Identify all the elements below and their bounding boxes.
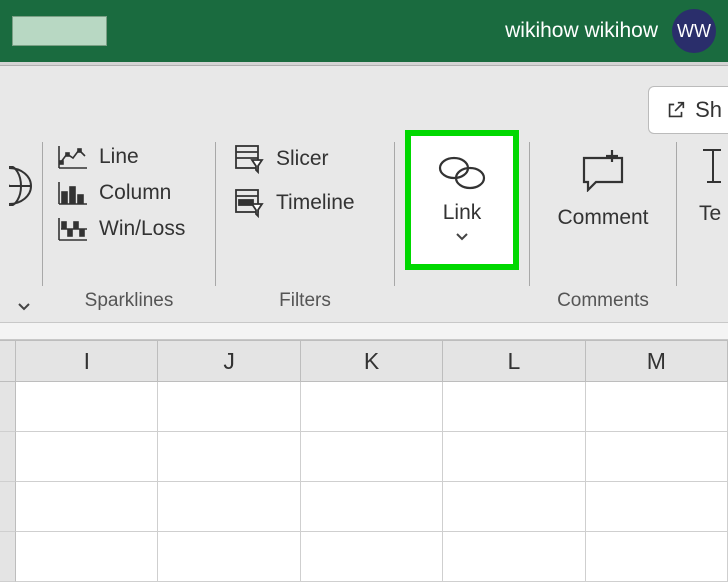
titlebar: wikihow wikihow WW — [0, 0, 728, 62]
cell[interactable] — [158, 432, 300, 482]
qat-box[interactable] — [12, 16, 107, 46]
cell[interactable] — [16, 382, 158, 432]
group-text-partial: Te — [677, 136, 728, 322]
sparkline-line-icon — [57, 144, 89, 170]
share-label: Sh — [695, 97, 722, 123]
sparkline-winloss-button[interactable]: Win/Loss — [57, 216, 185, 242]
timeline-button[interactable]: Timeline — [234, 188, 355, 218]
cell[interactable] — [443, 432, 585, 482]
link-icon — [434, 153, 490, 193]
cell[interactable] — [301, 382, 443, 432]
column-header[interactable]: J — [158, 341, 300, 381]
sparkline-column-label: Column — [99, 181, 171, 205]
comment-icon — [578, 148, 628, 192]
grid-row — [0, 532, 728, 582]
sparkline-winloss-icon — [57, 216, 89, 242]
text-box-icon — [699, 144, 721, 188]
avatar[interactable]: WW — [672, 9, 716, 53]
slicer-label: Slicer — [276, 147, 329, 171]
row-header[interactable] — [0, 432, 16, 482]
group-sparklines: Line Column — [43, 136, 215, 322]
ribbon: Sh — [0, 66, 728, 322]
text-box-label: Te — [699, 202, 721, 226]
share-button[interactable]: Sh — [648, 86, 728, 134]
grid-row — [0, 382, 728, 432]
comment-button[interactable]: Comment — [530, 144, 676, 230]
text-box-button[interactable]: Te — [699, 144, 721, 226]
cell[interactable] — [158, 482, 300, 532]
cell[interactable] — [16, 532, 158, 582]
chevron-down-icon — [455, 229, 469, 247]
row-header[interactable] — [0, 482, 16, 532]
titlebar-left — [12, 16, 107, 46]
column-header[interactable]: I — [16, 341, 158, 381]
row-header[interactable] — [0, 532, 16, 582]
select-all-corner[interactable] — [0, 341, 16, 381]
timeline-icon — [234, 188, 264, 218]
slicer-icon — [234, 144, 264, 174]
cell[interactable] — [301, 532, 443, 582]
group-label-filters: Filters — [216, 286, 394, 316]
column-header[interactable]: L — [443, 341, 585, 381]
link-button[interactable]: Link — [405, 130, 519, 270]
group-label-comments: Comments — [530, 286, 676, 316]
grid-row — [0, 482, 728, 532]
formula-bar-area — [0, 322, 728, 340]
sparkline-line-label: Line — [99, 145, 139, 169]
sparkline-winloss-label: Win/Loss — [99, 217, 185, 241]
cell[interactable] — [586, 482, 728, 532]
grid-row — [0, 432, 728, 482]
cell[interactable] — [301, 432, 443, 482]
cell[interactable] — [301, 482, 443, 532]
column-headers: I J K L M — [0, 340, 728, 382]
cell[interactable] — [586, 382, 728, 432]
cell[interactable] — [443, 532, 585, 582]
group-comments: Comment Comments — [530, 136, 676, 322]
cell[interactable] — [158, 532, 300, 582]
share-icon — [665, 99, 687, 121]
ribbon-groups: Line Column — [0, 136, 728, 322]
avatar-initials: WW — [677, 21, 711, 42]
group-label-sparklines: Sparklines — [43, 286, 215, 316]
cell[interactable] — [586, 432, 728, 482]
comment-label: Comment — [557, 206, 648, 230]
sparkline-column-icon — [57, 180, 89, 206]
cell[interactable] — [158, 382, 300, 432]
group-filters: Slicer Timeline — [216, 136, 394, 322]
link-label: Link — [443, 201, 482, 225]
column-header[interactable]: K — [301, 341, 443, 381]
cell[interactable] — [16, 482, 158, 532]
group-links: Link Links — [395, 136, 529, 322]
row-header[interactable] — [0, 382, 16, 432]
cell[interactable] — [443, 482, 585, 532]
partial-group-left — [0, 136, 42, 322]
titlebar-right: wikihow wikihow WW — [505, 9, 716, 53]
chevron-down-icon[interactable] — [17, 299, 31, 317]
slicer-button[interactable]: Slicer — [234, 144, 355, 174]
account-name[interactable]: wikihow wikihow — [505, 19, 658, 43]
cell[interactable] — [16, 432, 158, 482]
timeline-label: Timeline — [276, 191, 355, 215]
globe-icon[interactable] — [9, 166, 39, 211]
group-label-text-partial — [699, 308, 728, 316]
sparkline-column-button[interactable]: Column — [57, 180, 185, 206]
column-header[interactable]: M — [586, 341, 728, 381]
sparkline-line-button[interactable]: Line — [57, 144, 185, 170]
cell[interactable] — [586, 532, 728, 582]
cell[interactable] — [443, 382, 585, 432]
